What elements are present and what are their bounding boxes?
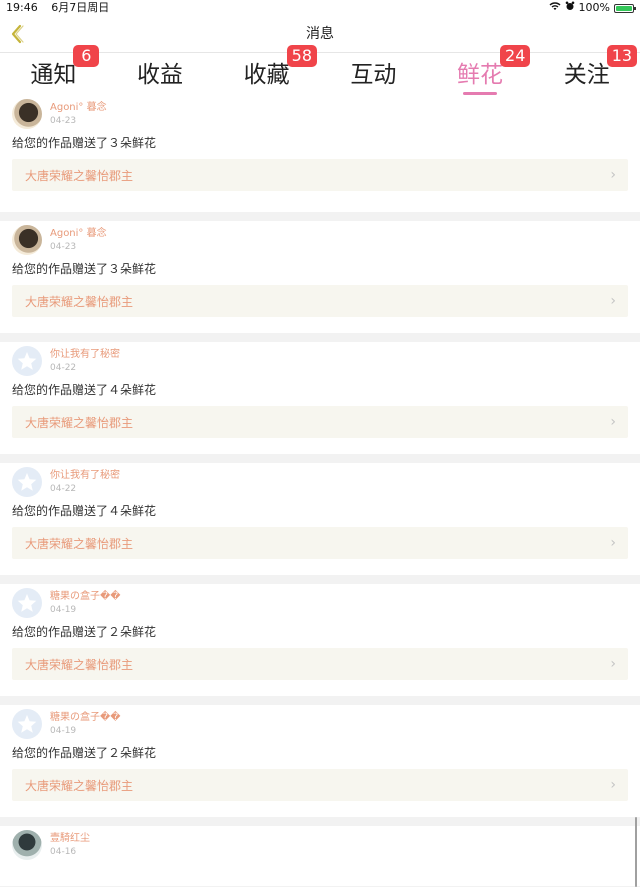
tab-interactions[interactable]: 互动 [320, 53, 427, 99]
work-title: 大唐荣耀之馨怡郡主 [25, 415, 134, 430]
avatar[interactable] [12, 709, 42, 739]
list-item: Agoni° 暮念 04-23 给您的作品赠送了３朵鲜花 大唐荣耀之馨怡郡主 › [0, 99, 640, 212]
sender-name[interactable]: 你让我有了秘密 [50, 348, 120, 361]
work-title: 大唐荣耀之馨怡郡主 [25, 536, 134, 551]
sender-name[interactable]: 糖果の盒子�� [50, 711, 121, 724]
default-avatar-icon [17, 473, 37, 491]
tab-label: 鲜花 [457, 62, 504, 88]
message-date: 04-16 [50, 847, 77, 857]
status-time: 19:46 [6, 1, 38, 14]
message-date: 04-23 [50, 116, 77, 126]
chevron-right-icon: › [610, 293, 616, 309]
message-date: 04-22 [50, 363, 77, 373]
list-item: Agoni° 暮念 04-23 给您的作品赠送了３朵鲜花 大唐荣耀之馨怡郡主 › [0, 221, 640, 333]
battery-icon [614, 3, 636, 13]
tab-bar: 通知 6 收益 收藏 58 互动 鲜花 24 关注 13 [0, 45, 640, 99]
status-bar: 19:46 6月7日周日 100% [0, 0, 640, 16]
avatar[interactable] [12, 588, 42, 618]
work-link[interactable]: 大唐荣耀之馨怡郡主 › [12, 285, 628, 317]
unread-badge: 13 [606, 45, 638, 67]
sender-name[interactable]: Agoni° 暮念 [50, 227, 107, 240]
tab-label: 关注 [563, 62, 610, 88]
avatar[interactable] [12, 225, 42, 255]
list-item: 你让我有了秘密 04-22 给您的作品赠送了４朵鲜花 大唐荣耀之馨怡郡主 › [0, 463, 640, 575]
unread-badge: 58 [286, 45, 318, 67]
status-date: 6月7日周日 [51, 1, 110, 14]
list-item: 糖果の盒子�� 04-19 给您的作品赠送了２朵鲜花 大唐荣耀之馨怡郡主 › [0, 584, 640, 696]
avatar[interactable] [12, 830, 42, 860]
avatar[interactable] [12, 99, 42, 129]
message-date: 04-19 [50, 726, 77, 736]
flower-message-list: Agoni° 暮念 04-23 给您的作品赠送了３朵鲜花 大唐荣耀之馨怡郡主 ›… [0, 99, 640, 887]
work-link[interactable]: 大唐荣耀之馨怡郡主 › [12, 159, 628, 191]
chevron-right-icon: › [610, 777, 616, 793]
list-item: 你让我有了秘密 04-22 给您的作品赠送了４朵鲜花 大唐荣耀之馨怡郡主 › [0, 342, 640, 454]
tab-favorites[interactable]: 收藏 58 [213, 45, 320, 99]
tab-label: 互动 [350, 62, 397, 88]
sender-name[interactable]: Agoni° 暮念 [50, 101, 107, 114]
work-title: 大唐荣耀之馨怡郡主 [25, 657, 134, 672]
avatar[interactable] [12, 346, 42, 376]
tab-label: 通知 [30, 62, 77, 88]
tab-label: 收藏 [243, 62, 290, 88]
sender-name[interactable]: 壹騎红尘 [50, 832, 90, 845]
message-text: 给您的作品赠送了４朵鲜花 [12, 383, 157, 397]
chevron-right-icon: › [610, 656, 616, 672]
chevron-right-icon: › [610, 414, 616, 430]
work-title: 大唐荣耀之馨怡郡主 [25, 778, 134, 793]
battery-percent: 100% [578, 1, 610, 14]
default-avatar-icon [17, 594, 37, 612]
chevron-right-icon: › [610, 535, 616, 551]
list-item: 糖果の盒子�� 04-19 给您的作品赠送了２朵鲜花 大唐荣耀之馨怡郡主 › [0, 705, 640, 817]
alarm-icon [565, 0, 575, 16]
work-link[interactable]: 大唐荣耀之馨怡郡主 › [12, 769, 628, 801]
message-date: 04-19 [50, 605, 77, 615]
work-title: 大唐荣耀之馨怡郡主 [25, 168, 134, 183]
wifi-icon [549, 0, 561, 16]
sender-name[interactable]: 你让我有了秘密 [50, 469, 120, 482]
work-link[interactable]: 大唐荣耀之馨怡郡主 › [12, 406, 628, 438]
list-item: 壹騎红尘 04-16 [0, 826, 640, 886]
message-text: 给您的作品赠送了２朵鲜花 [12, 746, 157, 760]
tab-label: 收益 [137, 62, 183, 88]
default-avatar-icon [17, 715, 37, 733]
message-text: 给您的作品赠送了４朵鲜花 [12, 504, 157, 518]
chevron-right-icon: › [610, 167, 616, 183]
message-text: 给您的作品赠送了２朵鲜花 [12, 625, 157, 639]
message-date: 04-22 [50, 484, 77, 494]
avatar[interactable] [12, 467, 42, 497]
tab-follows[interactable]: 关注 13 [533, 45, 640, 99]
message-text: 给您的作品赠送了３朵鲜花 [12, 136, 157, 150]
tab-notifications[interactable]: 通知 6 [0, 45, 107, 99]
default-avatar-icon [17, 352, 37, 370]
work-link[interactable]: 大唐荣耀之馨怡郡主 › [12, 527, 628, 559]
sender-name[interactable]: 糖果の盒子�� [50, 590, 121, 603]
unread-badge: 24 [500, 45, 531, 67]
unread-badge: 6 [73, 45, 100, 67]
tab-earnings[interactable]: 收益 [107, 53, 214, 99]
message-text: 给您的作品赠送了３朵鲜花 [12, 262, 157, 276]
tab-flowers[interactable]: 鲜花 24 [427, 45, 534, 99]
scrollbar[interactable] [635, 817, 637, 887]
message-date: 04-23 [50, 242, 77, 252]
active-tab-indicator [463, 92, 498, 95]
work-link[interactable]: 大唐荣耀之馨怡郡主 › [12, 648, 628, 680]
work-title: 大唐荣耀之馨怡郡主 [25, 294, 134, 309]
